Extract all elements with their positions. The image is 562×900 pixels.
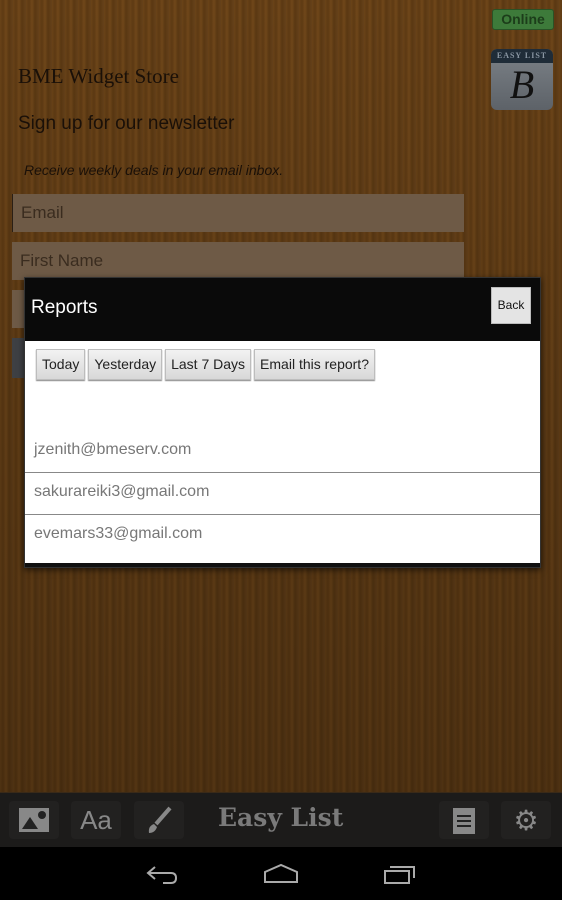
email-field[interactable]: Email bbox=[12, 194, 464, 232]
easy-list-logo[interactable]: EASY LIST B bbox=[491, 49, 553, 110]
font-icon[interactable]: Aa bbox=[71, 801, 121, 839]
system-nav-bar bbox=[0, 847, 562, 900]
dialog-footer bbox=[25, 563, 540, 567]
newsletter-description: Receive weekly deals in your email inbox… bbox=[24, 162, 284, 178]
email-report-button[interactable]: Email this report? bbox=[254, 349, 375, 380]
back-icon[interactable] bbox=[145, 863, 179, 890]
gear-icon[interactable]: ⚙ bbox=[501, 801, 551, 839]
online-status-badge: Online bbox=[492, 9, 554, 30]
recent-apps-icon[interactable] bbox=[383, 863, 417, 890]
dialog-title: Reports bbox=[31, 297, 98, 318]
last-7-days-button[interactable]: Last 7 Days bbox=[165, 349, 252, 380]
back-button[interactable]: Back bbox=[491, 287, 531, 324]
yesterday-button[interactable]: Yesterday bbox=[88, 349, 163, 380]
brush-icon[interactable] bbox=[134, 801, 184, 839]
list-item[interactable]: jzenith@bmeserv.com bbox=[25, 431, 540, 473]
first-name-field[interactable]: First Name bbox=[12, 242, 464, 280]
newsletter-heading: Sign up for our newsletter bbox=[18, 113, 235, 134]
list-item[interactable]: evemars33@gmail.com bbox=[25, 515, 540, 557]
report-filter-buttons: Today Yesterday Last 7 Days Email this r… bbox=[36, 349, 375, 380]
reports-dialog: Reports Back Today Yesterday Last 7 Days… bbox=[24, 277, 541, 568]
image-icon[interactable] bbox=[9, 801, 59, 839]
toolbar-title: Easy List bbox=[218, 803, 344, 832]
list-item[interactable]: sakurareiki3@gmail.com bbox=[25, 473, 540, 515]
store-title: BME Widget Store bbox=[18, 64, 179, 88]
email-list: jzenith@bmeserv.com sakurareiki3@gmail.c… bbox=[25, 431, 540, 557]
dialog-header: Reports Back bbox=[25, 278, 540, 341]
home-icon[interactable] bbox=[263, 863, 299, 890]
today-button[interactable]: Today bbox=[36, 349, 86, 380]
bottom-toolbar: Aa Easy List ⚙ bbox=[0, 792, 562, 847]
notepad-icon[interactable] bbox=[439, 801, 489, 839]
